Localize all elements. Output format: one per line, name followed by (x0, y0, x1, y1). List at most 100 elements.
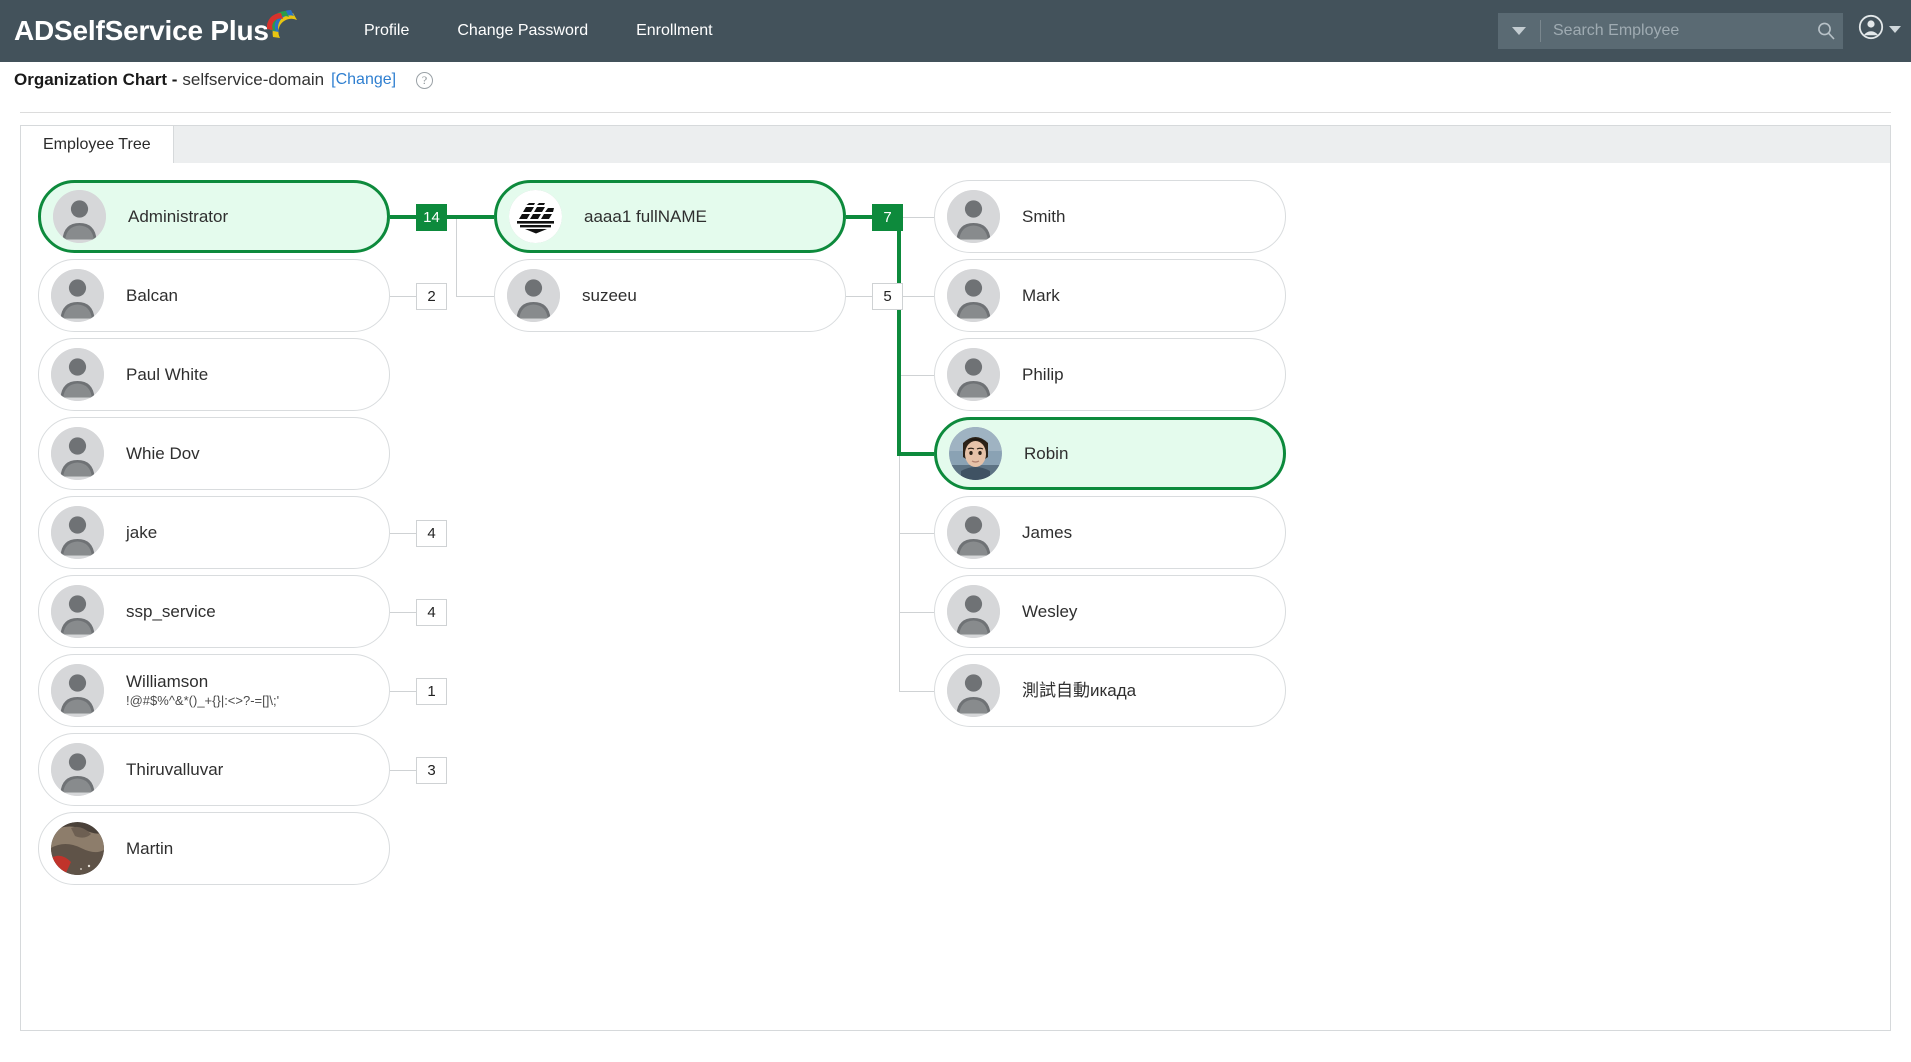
child-count-badge[interactable]: 2 (416, 283, 447, 310)
default-avatar (51, 427, 104, 480)
default-avatar (51, 506, 104, 559)
org-node-text: Williamson !@#$%^&*()_+{}|:<>?-=[]\;' (126, 672, 279, 708)
org-node-name: Wesley (1022, 602, 1077, 622)
default-avatar (507, 269, 560, 322)
org-node-name: suzeeu (582, 286, 637, 306)
org-node-text: aaaa1 fullNAME (584, 207, 707, 227)
org-node[interactable]: Thiruvalluvar (38, 733, 390, 806)
org-node-text: Robin (1024, 444, 1068, 464)
child-count-badge[interactable]: 7 (872, 204, 903, 231)
org-node-name: Smith (1022, 207, 1065, 227)
child-count-badge[interactable]: 5 (872, 283, 903, 310)
connector-line (899, 296, 934, 297)
org-node[interactable]: Paul White (38, 338, 390, 411)
connector-line (899, 217, 934, 218)
org-node[interactable]: jake (38, 496, 390, 569)
org-node-text: Philip (1022, 365, 1064, 385)
help-circle-icon[interactable]: ? (416, 72, 433, 89)
org-node-name: Whie Dov (126, 444, 200, 464)
org-node-text: Smith (1022, 207, 1065, 227)
org-chart-canvas: Administrator14Balcan2Paul WhiteWhie Dov… (21, 163, 1891, 1031)
child-count-badge[interactable]: 4 (416, 599, 447, 626)
org-node-text: Balcan (126, 286, 178, 306)
connector-line-highlight (390, 215, 416, 219)
org-node[interactable]: Whie Dov (38, 417, 390, 490)
org-node[interactable]: Philip (934, 338, 1286, 411)
top-header-bar: ADSelfService Plus Profile Change Passwo… (0, 0, 1911, 62)
nav-item-change-password[interactable]: Change Password (433, 0, 612, 62)
org-node[interactable]: suzeeu (494, 259, 846, 332)
connector-line (846, 296, 872, 297)
org-node-text: Thiruvalluvar (126, 760, 223, 780)
org-node-name: Thiruvalluvar (126, 760, 223, 780)
org-node-text: Mark (1022, 286, 1060, 306)
child-count-badge[interactable]: 3 (416, 757, 447, 784)
org-chart-panel[interactable]: Administrator14Balcan2Paul WhiteWhie Dov… (20, 163, 1891, 1031)
child-count-badge[interactable]: 1 (416, 678, 447, 705)
child-count-badge[interactable]: 4 (416, 520, 447, 547)
user-account-icon (1858, 14, 1884, 45)
org-node-name: 測試自動икада (1022, 681, 1136, 701)
change-domain-link[interactable]: [Change] (331, 71, 396, 89)
org-node-name: Administrator (128, 207, 228, 227)
child-count-badge[interactable]: 14 (416, 204, 447, 231)
org-node[interactable]: James (934, 496, 1286, 569)
org-node-text: suzeeu (582, 286, 637, 306)
org-node[interactable]: Williamson !@#$%^&*()_+{}|:<>?-=[]\;' (38, 654, 390, 727)
org-node[interactable]: Balcan (38, 259, 390, 332)
connector-line (390, 691, 416, 692)
org-node[interactable]: ssp_service (38, 575, 390, 648)
default-avatar (51, 585, 104, 638)
connector-line (899, 454, 900, 691)
org-node[interactable]: Administrator (38, 180, 390, 253)
default-avatar (51, 743, 104, 796)
search-icon[interactable] (1809, 21, 1843, 41)
default-avatar (947, 190, 1000, 243)
org-node[interactable]: Mark (934, 259, 1286, 332)
search-bar (1498, 13, 1843, 49)
search-scope-dropdown[interactable] (1498, 13, 1540, 49)
default-avatar (947, 506, 1000, 559)
org-node-name: ssp_service (126, 602, 216, 622)
connector-line (899, 533, 934, 534)
org-node-name: Balcan (126, 286, 178, 306)
connector-line (390, 296, 416, 297)
org-node-name: Robin (1024, 444, 1068, 464)
nav-item-enrollment[interactable]: Enrollment (612, 0, 736, 62)
org-node[interactable]: Wesley (934, 575, 1286, 648)
user-account-menu[interactable] (1858, 14, 1901, 45)
app-logo-mark-icon (267, 7, 301, 51)
connector-line (456, 296, 494, 297)
page-title-domain: selfservice-domain (182, 70, 324, 90)
default-avatar (51, 348, 104, 401)
photo-avatar-martin (51, 822, 104, 875)
search-input[interactable] (1541, 22, 1809, 40)
photo-avatar-robin (949, 427, 1002, 480)
org-node-name: jake (126, 523, 157, 543)
org-node-name: Williamson (126, 672, 279, 692)
connector-line-highlight (897, 452, 934, 456)
connector-line (899, 612, 934, 613)
default-avatar (947, 269, 1000, 322)
tab-employee-tree[interactable]: Employee Tree (21, 126, 174, 164)
org-node-text: Paul White (126, 365, 208, 385)
org-node-text: jake (126, 523, 157, 543)
org-node[interactable]: Martin (38, 812, 390, 885)
connector-line (899, 375, 934, 376)
org-node[interactable]: Smith (934, 180, 1286, 253)
app-logo[interactable]: ADSelfService Plus (14, 7, 301, 51)
org-node-name: aaaa1 fullNAME (584, 207, 707, 227)
chevron-down-icon (1512, 27, 1526, 35)
nav-item-profile[interactable]: Profile (340, 0, 433, 62)
org-node[interactable]: 測試自動икада (934, 654, 1286, 727)
title-divider (20, 112, 1891, 113)
org-node[interactable]: Robin (934, 417, 1286, 490)
connector-line (390, 770, 416, 771)
chevron-down-icon (1889, 26, 1901, 33)
org-node-subtitle: !@#$%^&*()_+{}|:<>?-=[]\;' (126, 694, 279, 709)
org-node-name: Paul White (126, 365, 208, 385)
connector-line (456, 217, 457, 296)
org-node-text: 測試自動икада (1022, 681, 1136, 701)
org-node[interactable]: aaaa1 fullNAME (494, 180, 846, 253)
connector-line-highlight (846, 215, 872, 219)
